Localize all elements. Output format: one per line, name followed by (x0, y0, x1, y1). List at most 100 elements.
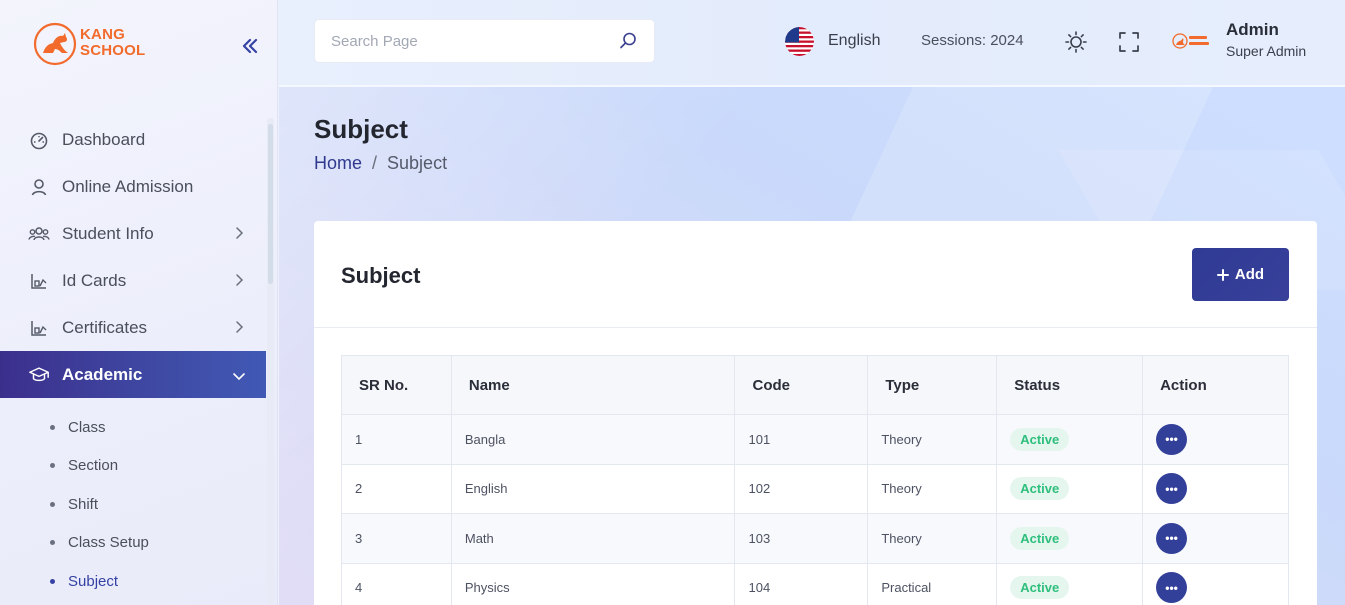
cell-status: Active (996, 513, 1144, 564)
sidebar-item-student-info[interactable]: Student Info (0, 210, 266, 257)
table-header-row: SR No. Name Code Type Status Action (341, 355, 1289, 415)
submenu-item-label: Class (68, 418, 106, 436)
cell-name: English (450, 463, 736, 514)
dashboard-icon (28, 129, 50, 151)
sidebar-scrollbar[interactable] (267, 118, 274, 605)
add-button[interactable]: Add (1192, 248, 1289, 301)
brand-line1: KANG (80, 26, 125, 43)
kangaroo-logo-icon (33, 22, 77, 66)
column-header-sr-no[interactable]: SR No. (341, 355, 452, 415)
cell-sr: 4 (341, 562, 452, 605)
search-box (314, 19, 655, 63)
bullet-icon (50, 540, 55, 546)
sun-icon[interactable] (1064, 30, 1088, 54)
status-badge: Active (1010, 477, 1070, 501)
user-role: Super Admin (1226, 43, 1307, 59)
submenu-item-label: Shift (68, 495, 99, 513)
certificate-icon (28, 317, 50, 339)
chevron-down-icon (233, 373, 245, 381)
bullet-icon (50, 463, 55, 469)
subject-table: SR No. Name Code Type Status Action 1 Ba… (341, 355, 1289, 605)
cell-type: Practical (867, 562, 998, 605)
sidebar-item-label: Certificates (62, 317, 148, 337)
cell-code: 103 (734, 513, 869, 564)
brand-logo[interactable]: KANG SCHOOL (32, 20, 152, 68)
users-icon (28, 223, 50, 245)
user-name: Admin (1226, 20, 1279, 39)
cards-icon (28, 270, 50, 292)
status-badge: Active (1010, 526, 1070, 550)
cell-action: ••• (1142, 513, 1289, 564)
sidebar-scrollbar-thumb[interactable] (268, 124, 273, 284)
card-title: Subject (341, 263, 421, 288)
cell-name: Bangla (450, 414, 736, 465)
sidebar-item-academic[interactable]: Academic (0, 351, 266, 398)
column-header-name[interactable]: Name (450, 355, 736, 415)
table-row: 4 Physics 104 Practical Active ••• (341, 562, 1289, 605)
cell-status: Active (996, 463, 1144, 514)
cell-action: ••• (1142, 414, 1289, 465)
column-header-status[interactable]: Status (996, 355, 1144, 415)
sidebar-item-online-admission[interactable]: Online Admission (0, 163, 266, 210)
submenu-item-shift[interactable]: Shift (0, 485, 266, 524)
collapse-sidebar-icon[interactable] (240, 36, 260, 56)
table-row: 2 English 102 Theory Active ••• (341, 463, 1289, 514)
bullet-icon (50, 578, 55, 584)
language-selector[interactable]: English (785, 26, 880, 56)
breadcrumb: Home / Subject (314, 153, 447, 174)
sidebar-nav: Dashboard Online Admission Student Info … (0, 116, 266, 601)
cell-name: Physics (450, 562, 736, 605)
row-actions-button[interactable]: ••• (1156, 473, 1188, 505)
cell-status: Active (996, 562, 1144, 605)
search-icon[interactable] (618, 31, 638, 51)
status-badge: Active (1010, 427, 1070, 451)
breadcrumb-home-link[interactable]: Home (314, 153, 362, 174)
cell-action: ••• (1142, 562, 1289, 605)
chevron-right-icon (236, 321, 244, 333)
submenu-item-label: Subject (68, 572, 119, 590)
user-profile[interactable]: Admin Super Admin (1171, 18, 1341, 62)
cell-code: 102 (734, 463, 869, 514)
chevron-right-icon (236, 274, 244, 286)
sidebar-item-dashboard[interactable]: Dashboard (0, 116, 266, 163)
avatar (1172, 33, 1209, 49)
card-header: Subject Add (314, 221, 1317, 328)
submenu-item-class-setup[interactable]: Class Setup (0, 524, 266, 563)
graduation-cap-icon (28, 364, 50, 386)
cell-code: 104 (734, 562, 869, 605)
cell-sr: 3 (341, 513, 452, 564)
sidebar-item-label: Academic (62, 364, 143, 384)
cell-type: Theory (867, 463, 998, 514)
submenu-item-section[interactable]: Section (0, 447, 266, 486)
table-row: 3 Math 103 Theory Active ••• (341, 513, 1289, 564)
row-actions-button[interactable]: ••• (1156, 423, 1188, 455)
search-input[interactable] (331, 20, 611, 62)
sidebar-item-label: Student Info (62, 223, 154, 243)
subject-card: Subject Add SR No. Name Code Type Status… (314, 221, 1317, 605)
row-actions-button[interactable]: ••• (1156, 522, 1188, 554)
sessions-label[interactable]: Sessions: 2024 (921, 32, 1024, 49)
column-header-code[interactable]: Code (734, 355, 869, 415)
cell-code: 101 (734, 414, 869, 465)
column-header-action: Action (1142, 355, 1289, 415)
submenu-item-class[interactable]: Class (0, 408, 266, 447)
fullscreen-icon[interactable] (1117, 30, 1141, 54)
cell-sr: 2 (341, 463, 452, 514)
bullet-icon (50, 501, 55, 507)
row-actions-button[interactable]: ••• (1156, 572, 1188, 604)
page-title: Subject (314, 114, 408, 144)
submenu-item-subject[interactable]: Subject (0, 562, 266, 601)
sidebar-item-id-cards[interactable]: Id Cards (0, 257, 266, 304)
sidebar-item-certificates[interactable]: Certificates (0, 304, 266, 351)
brand-name: KANG SCHOOL (80, 27, 145, 59)
column-header-type[interactable]: Type (867, 355, 998, 415)
cell-name: Math (450, 513, 736, 564)
breadcrumb-current: Subject (387, 153, 448, 173)
cell-status: Active (996, 414, 1144, 465)
us-flag-icon (785, 26, 814, 56)
breadcrumb-separator: / (372, 153, 378, 173)
cell-sr: 1 (341, 414, 452, 465)
academic-submenu: Class Section Shift Class Setup Subject (0, 398, 266, 601)
main-content: English Sessions: 2024 Admin Super Admin… (279, 0, 1345, 605)
cell-action: ••• (1142, 463, 1289, 514)
